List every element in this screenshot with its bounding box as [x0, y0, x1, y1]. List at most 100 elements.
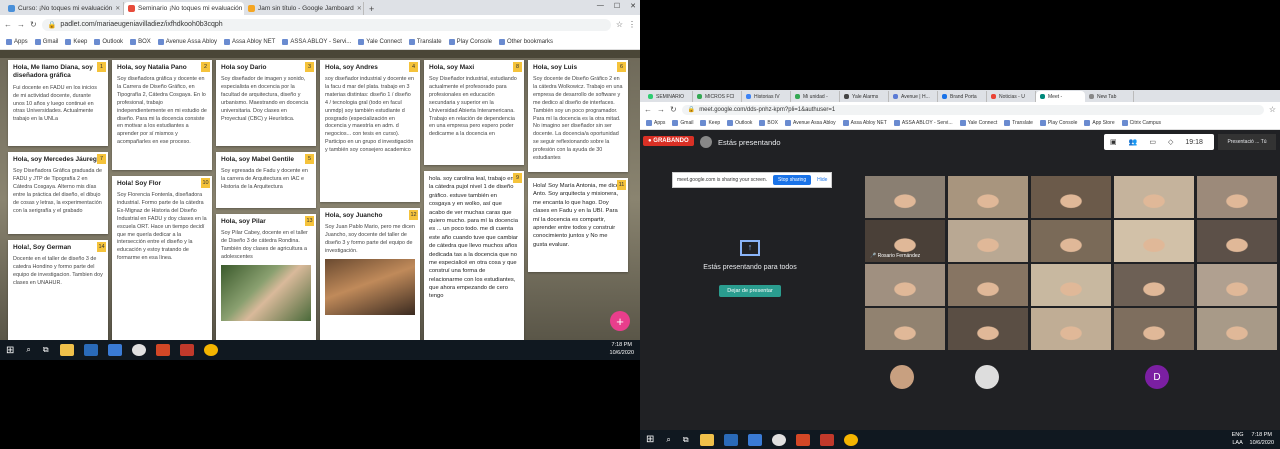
bookmark-item[interactable]: Keep	[700, 120, 720, 126]
post-card[interactable]: 3 Hola soy Dario Soy diseñador de imagen y…	[216, 60, 316, 146]
participant-video-tile[interactable]	[865, 176, 945, 218]
task-view-icon[interactable]: ⧉	[43, 345, 49, 355]
search-icon[interactable]: ⌕	[26, 345, 30, 355]
bookmark-item[interactable]: Play Console	[448, 38, 492, 45]
participant-video-tile[interactable]	[865, 264, 945, 306]
bookmark-item[interactable]: Other bookmarks	[499, 38, 553, 45]
tab-curso[interactable]: Curso: ¡No toques mi evaluación ✕	[4, 2, 124, 15]
bookmark-item[interactable]: Outlook	[94, 38, 123, 45]
acrobat-icon[interactable]	[179, 344, 194, 356]
bookmark-item[interactable]: Yale Connect	[959, 120, 997, 126]
browser-tab[interactable]: SEMINARIO	[644, 91, 693, 102]
windows-start-icon[interactable]: ⊞	[6, 345, 14, 356]
post-card[interactable]: 1 Hola, Me llamo Diana, soy diseñadora gr…	[8, 60, 108, 146]
clock[interactable]: 7:18 PM 10/6/2020	[1250, 432, 1274, 446]
chat-icon[interactable]: ▭	[1149, 138, 1156, 146]
acrobat-icon[interactable]	[819, 433, 834, 446]
browser-tab[interactable]: Meet -	[1036, 91, 1085, 102]
close-window-icon[interactable]: ✕	[630, 2, 636, 10]
outlook-icon[interactable]	[83, 344, 98, 356]
present-screen-icon[interactable]: ▣	[1110, 138, 1117, 146]
post-card[interactable]: 4 Hola, soy Andres soy diseñador industria…	[320, 60, 420, 202]
bookmark-item[interactable]: Assa Abloy NET	[842, 120, 887, 126]
powerpoint-icon[interactable]	[795, 433, 810, 446]
clock[interactable]: 7:18 PM 10/6/2020	[610, 342, 640, 357]
file-explorer-icon[interactable]	[699, 433, 714, 446]
bookmark-item[interactable]: Apps	[646, 120, 665, 126]
stop-presenting-button[interactable]: Dejar de presentar	[719, 285, 781, 297]
participant-video-tile[interactable]	[1114, 308, 1194, 350]
bookmark-item[interactable]: Avenue Assa Abloy	[784, 120, 836, 126]
teams-icon[interactable]	[747, 433, 762, 446]
minimize-icon[interactable]: —	[597, 2, 604, 10]
back-icon[interactable]: ←	[4, 20, 12, 29]
bookmark-item[interactable]: Outlook	[727, 120, 752, 126]
post-card[interactable]: 9 hola. soy carolina leal, trabajo en la …	[424, 171, 524, 340]
tab-jamboard[interactable]: Jam sin título - Google Jamboard ✕	[244, 2, 364, 15]
post-card[interactable]: 7 Hola, soy Mercedes Jáuregui Soy Diseñado…	[8, 152, 108, 234]
forward-icon[interactable]: →	[17, 20, 25, 29]
participant-video-tile[interactable]	[865, 308, 945, 350]
powerpoint-icon[interactable]	[155, 344, 170, 356]
windows-start-icon[interactable]: ⊞	[646, 434, 654, 445]
bookmark-item[interactable]: Assa Abloy NET	[224, 38, 275, 45]
post-card[interactable]: 6 Hola, soy Luis Soy docente de Diseño Grá…	[528, 60, 628, 172]
bookmark-item[interactable]: Avenue Assa Abloy	[157, 38, 217, 45]
stop-sharing-button[interactable]: Stop sharing	[773, 175, 812, 185]
post-card[interactable]: 14 Hola!, Soy German Docente en el taller …	[8, 240, 108, 340]
post-card[interactable]: 11 Hola! Soy María Antonia, me dicen Anto…	[528, 178, 628, 272]
participant-video-tile[interactable]	[1114, 220, 1194, 262]
post-card[interactable]: 5 Hola, soy Mabel Gentile Soy egresada de …	[216, 152, 316, 208]
participant-video-tile[interactable]	[1114, 176, 1194, 218]
close-icon[interactable]: ✕	[115, 5, 120, 12]
participant-video-tile[interactable]	[1197, 264, 1277, 306]
browser-tab[interactable]: Mi unidad -	[791, 91, 840, 102]
post-card[interactable]: 12 Hola, soy Juancho Soy Juan Pablo Mario,…	[320, 208, 420, 340]
browser-tab[interactable]: New Tab	[1085, 91, 1134, 102]
participant-video-tile[interactable]	[948, 220, 1028, 262]
browser-tab[interactable]: Noticias - U	[987, 91, 1036, 102]
post-card[interactable]: 2 Hola, soy Natalia Pano Soy diseñadora gr…	[112, 60, 212, 170]
participant-video-tile[interactable]	[948, 308, 1028, 350]
browser-tab[interactable]: Avenue | H...	[889, 91, 938, 102]
people-icon[interactable]: 👥	[1129, 138, 1138, 146]
task-view-icon[interactable]: ⧉	[683, 435, 689, 445]
chrome-icon[interactable]	[131, 344, 146, 356]
activities-icon[interactable]: ◇	[1168, 138, 1173, 146]
participant-video-tile[interactable]	[1031, 352, 1111, 394]
bookmark-item[interactable]: App Store	[1084, 120, 1115, 126]
browser-tab[interactable]: Brand Porta	[938, 91, 987, 102]
maximize-icon[interactable]: ☐	[614, 2, 620, 10]
browser-tab[interactable]: Yale Alarms	[840, 91, 889, 102]
new-tab-button[interactable]: +	[364, 2, 379, 15]
bookmark-item[interactable]: ASSA ABLOY - Servi...	[893, 120, 953, 126]
participant-video-tile[interactable]	[1197, 352, 1277, 394]
bookmark-item[interactable]: Play Console	[1039, 120, 1077, 126]
post-card[interactable]: 13 Hola, soy Pilar Soy Pilar Cabey, docent…	[216, 214, 316, 340]
participant-video-tile[interactable]	[1197, 308, 1277, 350]
participant-video-tile[interactable]	[1031, 220, 1111, 262]
chrome-alt-icon[interactable]	[843, 433, 858, 446]
hide-button[interactable]: Hide	[817, 177, 827, 183]
chrome-icon[interactable]	[771, 433, 786, 446]
post-card[interactable]: 8 Hola, soy Maxi Soy Diseñador industrial,…	[424, 60, 524, 165]
forward-icon[interactable]: →	[657, 105, 665, 114]
bookmark-item[interactable]: Apps	[6, 38, 28, 45]
extensions-icon[interactable]: ⋮	[628, 20, 636, 29]
reload-icon[interactable]: ↻	[30, 20, 37, 29]
bookmark-item[interactable]: BOX	[130, 38, 151, 45]
url-field[interactable]: 🔒 padlet.com/mariaeugeniavilladiez/ixfhdk…	[41, 18, 611, 31]
url-field[interactable]: 🔒 meet.google.com/dds-pnhz-kpm?pli=1&auth…	[681, 104, 1264, 115]
participant-video-tile[interactable]	[948, 264, 1028, 306]
bookmark-item[interactable]: Yale Connect	[358, 38, 402, 45]
star-icon[interactable]: ☆	[616, 20, 623, 29]
post-card[interactable]: 10 Hola! Soy Flor Soy Florencia Fontenla, …	[112, 176, 212, 340]
bookmark-item[interactable]: Gmail	[672, 120, 693, 126]
bookmark-item[interactable]: Translate	[1004, 120, 1033, 126]
participant-video-tile[interactable]	[948, 176, 1028, 218]
outlook-icon[interactable]	[723, 433, 738, 446]
participant-video-tile[interactable]	[1114, 264, 1194, 306]
search-icon[interactable]: ⌕	[666, 435, 670, 445]
add-post-button[interactable]: +	[610, 311, 630, 331]
participant-video-tile[interactable]	[1031, 264, 1111, 306]
